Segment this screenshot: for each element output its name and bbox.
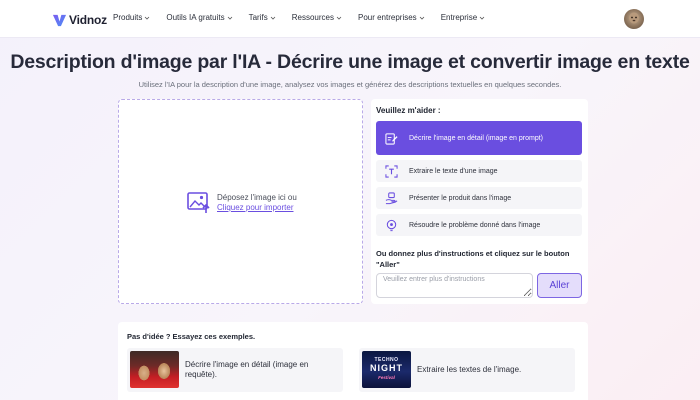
option-label: Résoudre le problème donné dans l'image xyxy=(409,221,541,229)
panel-label: Veuillez m'aider : xyxy=(376,106,441,115)
nav-item-pour-entreprises[interactable]: Pour entreprises xyxy=(358,13,425,22)
import-link[interactable]: Cliquez pour importer xyxy=(217,203,297,213)
option-solve-problem[interactable]: Résoudre le problème donné dans l'image xyxy=(376,214,582,236)
nav-item-tarifs[interactable]: Tarifs xyxy=(249,13,276,22)
option-describe-detail[interactable]: Décrire l'image en détail (image en prom… xyxy=(376,121,582,155)
nav-item-produits[interactable]: Produits xyxy=(113,13,150,22)
nav-item-outils-ia[interactable]: Outils IA gratuits xyxy=(166,13,232,22)
examples-title: Pas d'idée ? Essayez ces exemples. xyxy=(127,332,256,341)
nav-item-label: Produits xyxy=(113,13,143,22)
poster-line-3: Festival xyxy=(378,375,395,380)
nav-item-ressources[interactable]: Ressources xyxy=(292,13,342,22)
brand-logo[interactable]: Vidnoz xyxy=(52,11,107,29)
product-hand-icon xyxy=(385,191,398,204)
example-text: Extraire les textes de l'image. xyxy=(417,365,522,374)
text-scan-icon xyxy=(385,164,398,178)
examples-section: Pas d'idée ? Essayez ces exemples. Décri… xyxy=(118,322,588,400)
nav-item-label: Entreprise xyxy=(440,13,478,22)
user-avatar[interactable] xyxy=(624,9,644,29)
instructions-label: Ou donnez plus d'instructions et cliquez… xyxy=(376,249,570,269)
page-title: Description d'image par l'IA - Décrire u… xyxy=(10,51,690,73)
drop-label: Déposez l'image ici ou xyxy=(217,193,297,202)
example-card-extract[interactable]: TECHNO NIGHT Festival Extraire les texte… xyxy=(359,348,575,392)
nav-item-label: Tarifs xyxy=(248,13,268,22)
football-players-photo xyxy=(130,351,179,388)
option-extract-text[interactable]: Extraire le texte d'une image xyxy=(376,160,582,182)
example-text: Décrire l'image en détail (image en requ… xyxy=(185,360,309,379)
option-present-product[interactable]: Présenter le produit dans l'image xyxy=(376,187,582,209)
chevron-down-icon xyxy=(227,16,232,20)
lightbulb-icon xyxy=(386,219,397,231)
nav-item-label: Ressources xyxy=(291,13,334,22)
techno-night-poster: TECHNO NIGHT Festival xyxy=(362,351,411,388)
edit-document-icon xyxy=(385,132,398,145)
avatar-face-icon xyxy=(629,12,639,24)
chevron-down-icon xyxy=(145,16,150,20)
nav-item-entreprise[interactable]: Entreprise xyxy=(441,13,485,22)
option-label: Décrire l'image en détail (image en prom… xyxy=(409,134,544,142)
chevron-down-icon xyxy=(479,16,485,20)
poster-line-2: NIGHT xyxy=(370,363,403,373)
go-button[interactable]: Aller xyxy=(537,273,582,298)
chevron-down-icon xyxy=(270,16,276,20)
image-upload-icon xyxy=(187,192,210,213)
option-label: Extraire le texte d'une image xyxy=(409,167,498,175)
page-subtitle: Utilisez l'IA pour la description d'une … xyxy=(138,80,562,89)
chevron-down-icon xyxy=(419,16,424,20)
options-panel: Veuillez m'aider : Décrire l'image en dé… xyxy=(371,99,588,304)
nav-item-label: Pour entreprises xyxy=(357,13,417,22)
nav-menu: Produits Outils IA gratuits Tarifs Resso… xyxy=(113,13,501,22)
top-nav: Vidnoz Produits Outils IA gratuits Tarif… xyxy=(0,0,700,38)
example-card-describe[interactable]: Décrire l'image en détail (image en requ… xyxy=(127,348,343,392)
image-dropzone[interactable]: Déposez l'image ici ou Cliquez pour impo… xyxy=(118,99,363,304)
instructions-input[interactable] xyxy=(376,273,533,298)
chevron-down-icon xyxy=(336,16,342,20)
vidnoz-logo-icon xyxy=(52,14,67,26)
dropzone-content: Déposez l'image ici ou Cliquez pour impo… xyxy=(187,192,297,214)
option-label: Présenter le produit dans l'image xyxy=(409,194,512,202)
brand-name: Vidnoz xyxy=(69,13,107,27)
dropzone-text: Déposez l'image ici ou Cliquez pour impo… xyxy=(217,193,297,213)
nav-item-label: Outils IA gratuits xyxy=(166,13,225,22)
